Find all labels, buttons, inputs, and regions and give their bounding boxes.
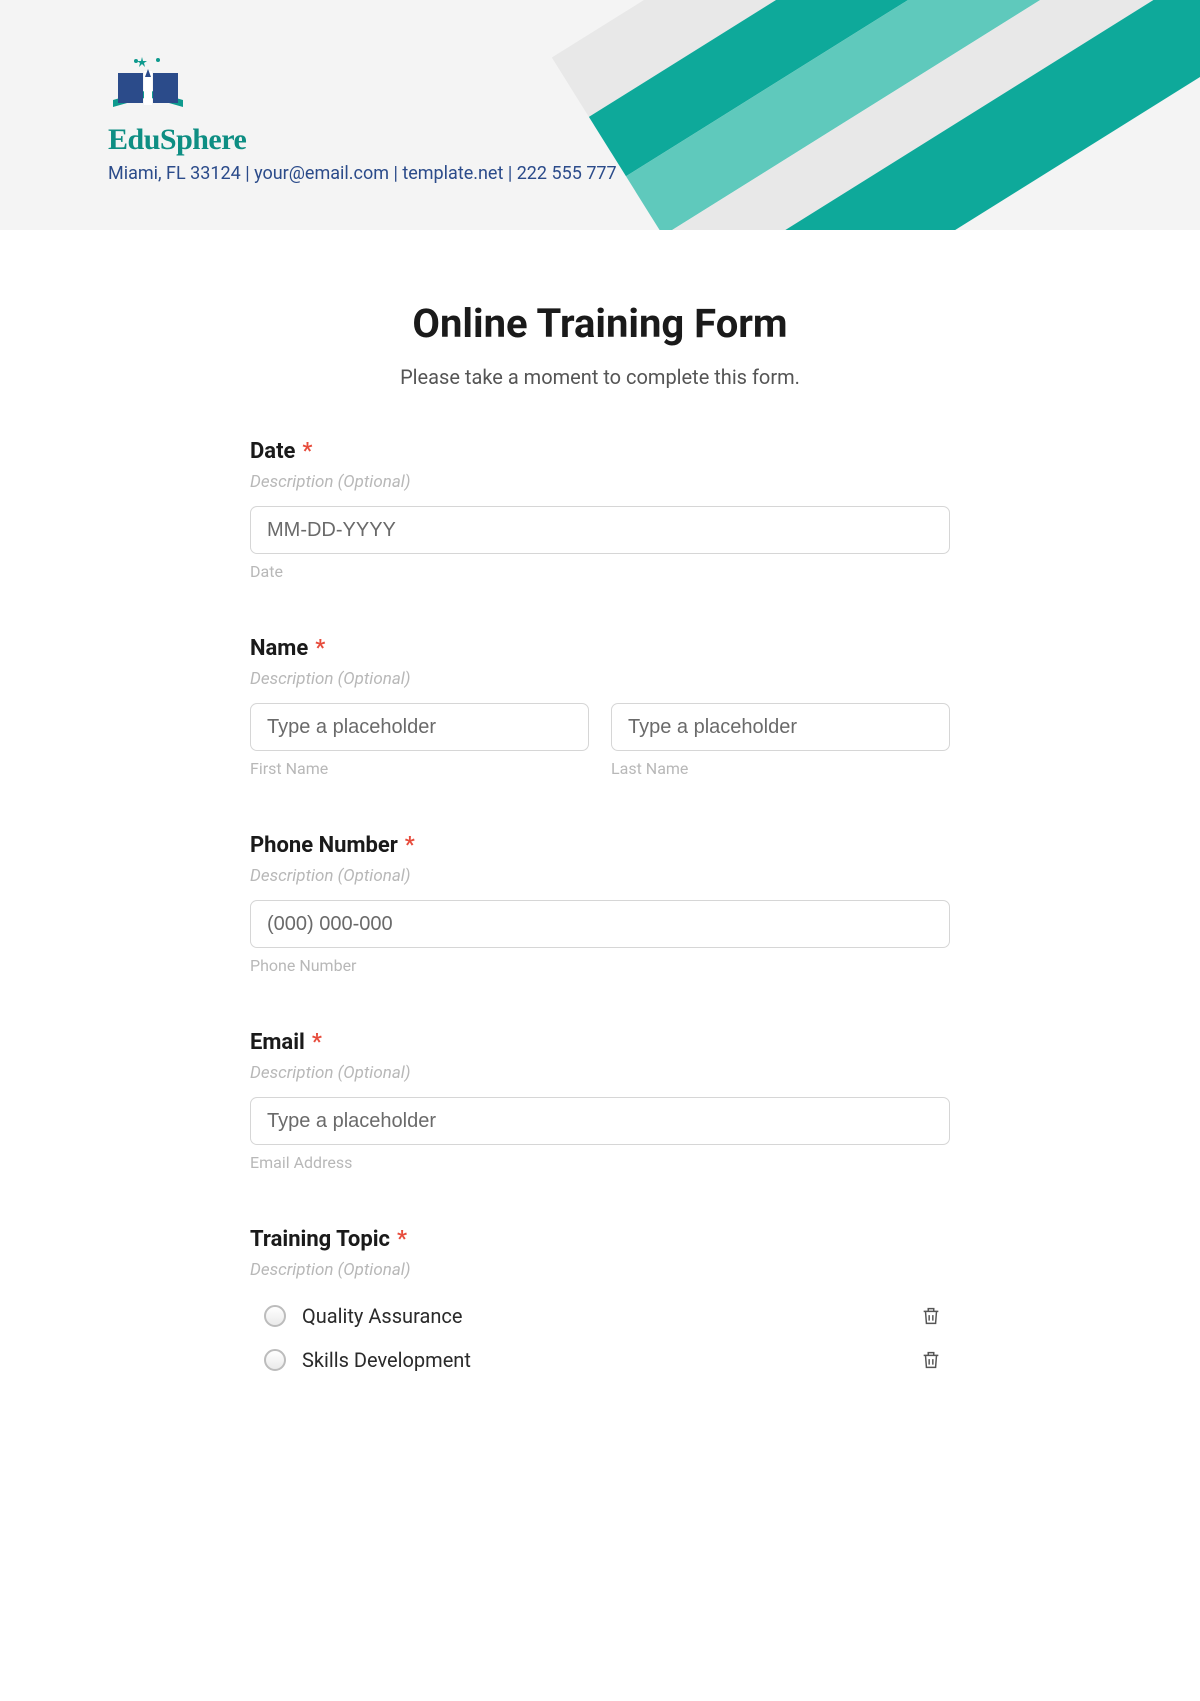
date-input[interactable] — [250, 506, 950, 554]
phone-input[interactable] — [250, 900, 950, 948]
topic-option-row: Quality Assurance — [250, 1294, 950, 1338]
date-sublabel: Date — [250, 562, 950, 581]
topic-option-label[interactable]: Quality Assurance — [302, 1304, 920, 1328]
date-label: Date — [250, 439, 295, 464]
delete-option-icon[interactable] — [920, 1349, 942, 1371]
topic-description[interactable]: Description (Optional) — [250, 1260, 950, 1280]
first-name-sublabel: First Name — [250, 759, 589, 778]
brand-contact-line: Miami, FL 33124 | your@email.com | templ… — [108, 163, 617, 184]
field-email: Email * Description (Optional) Email Add… — [250, 1030, 950, 1172]
email-input[interactable] — [250, 1097, 950, 1145]
required-mark: * — [315, 636, 325, 661]
decorative-stripes — [552, 0, 1200, 230]
email-label: Email — [250, 1030, 305, 1055]
field-phone: Phone Number * Description (Optional) Ph… — [250, 833, 950, 975]
field-training-topic: Training Topic * Description (Optional) … — [250, 1227, 950, 1382]
topic-label: Training Topic — [250, 1227, 390, 1252]
last-name-sublabel: Last Name — [611, 759, 950, 778]
radio-skills-development[interactable] — [264, 1349, 286, 1371]
logo-icon — [108, 55, 188, 115]
required-mark: * — [397, 1227, 407, 1252]
last-name-input[interactable] — [611, 703, 950, 751]
delete-option-icon[interactable] — [920, 1305, 942, 1327]
name-description[interactable]: Description (Optional) — [250, 669, 950, 689]
radio-quality-assurance[interactable] — [264, 1305, 286, 1327]
form-title: Online Training Form — [250, 300, 950, 347]
header-banner: EduSphere Miami, FL 33124 | your@email.c… — [0, 0, 1200, 230]
required-mark: * — [405, 833, 415, 858]
required-mark: * — [302, 439, 312, 464]
phone-label: Phone Number — [250, 833, 398, 858]
name-label: Name — [250, 636, 308, 661]
topic-option-row: Skills Development — [250, 1338, 950, 1382]
phone-sublabel: Phone Number — [250, 956, 950, 975]
date-description[interactable]: Description (Optional) — [250, 472, 950, 492]
field-date: Date * Description (Optional) Date — [250, 439, 950, 581]
email-description[interactable]: Description (Optional) — [250, 1063, 950, 1083]
required-mark: * — [312, 1030, 322, 1055]
email-sublabel: Email Address — [250, 1153, 950, 1172]
topic-option-label[interactable]: Skills Development — [302, 1348, 920, 1372]
first-name-input[interactable] — [250, 703, 589, 751]
brand-name: EduSphere — [108, 123, 617, 157]
field-name: Name * Description (Optional) First Name… — [250, 636, 950, 778]
form-subtitle: Please take a moment to complete this fo… — [250, 365, 950, 389]
form-container: Online Training Form Please take a momen… — [220, 230, 980, 1432]
brand-block: EduSphere Miami, FL 33124 | your@email.c… — [108, 55, 617, 184]
phone-description[interactable]: Description (Optional) — [250, 866, 950, 886]
